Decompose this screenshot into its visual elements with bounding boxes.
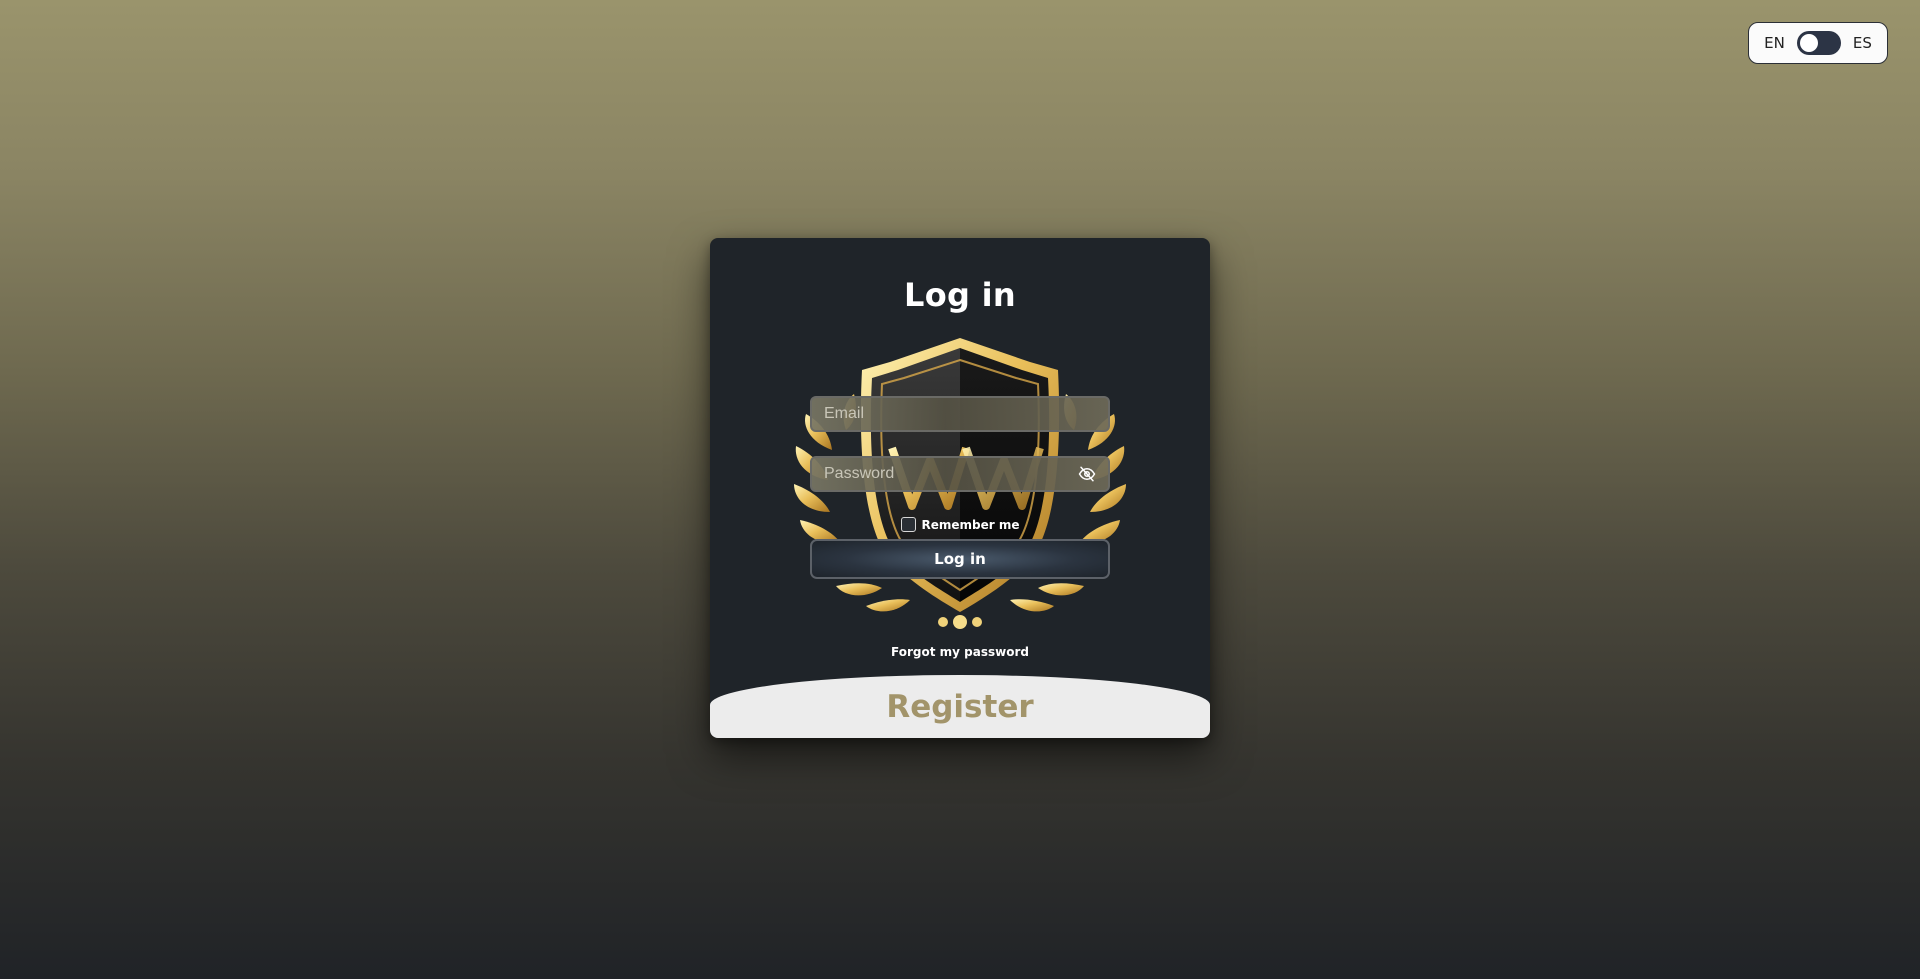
- forgot-password-link[interactable]: Forgot my password: [710, 645, 1210, 659]
- login-button[interactable]: Log in: [810, 539, 1110, 579]
- language-option-en[interactable]: EN: [1764, 34, 1785, 52]
- register-button[interactable]: Register: [710, 675, 1210, 738]
- remember-me: Remember me: [710, 517, 1210, 532]
- email-input[interactable]: [822, 404, 1098, 424]
- password-field[interactable]: [810, 456, 1110, 492]
- language-switch-knob: [1799, 34, 1818, 52]
- eye-slash-icon[interactable]: [1076, 463, 1098, 485]
- language-option-es[interactable]: ES: [1853, 34, 1872, 52]
- remember-me-label[interactable]: Remember me: [922, 518, 1020, 532]
- login-card: Log in Email Remember me Log in Forgot m…: [710, 238, 1210, 738]
- remember-me-checkbox[interactable]: [900, 517, 916, 532]
- register-label: Register: [886, 689, 1034, 725]
- email-field[interactable]: [810, 396, 1110, 432]
- language-toggle: EN ES: [1748, 22, 1888, 64]
- language-switch[interactable]: [1796, 31, 1841, 55]
- login-title: Log in: [904, 276, 1016, 314]
- password-input[interactable]: [822, 464, 1076, 484]
